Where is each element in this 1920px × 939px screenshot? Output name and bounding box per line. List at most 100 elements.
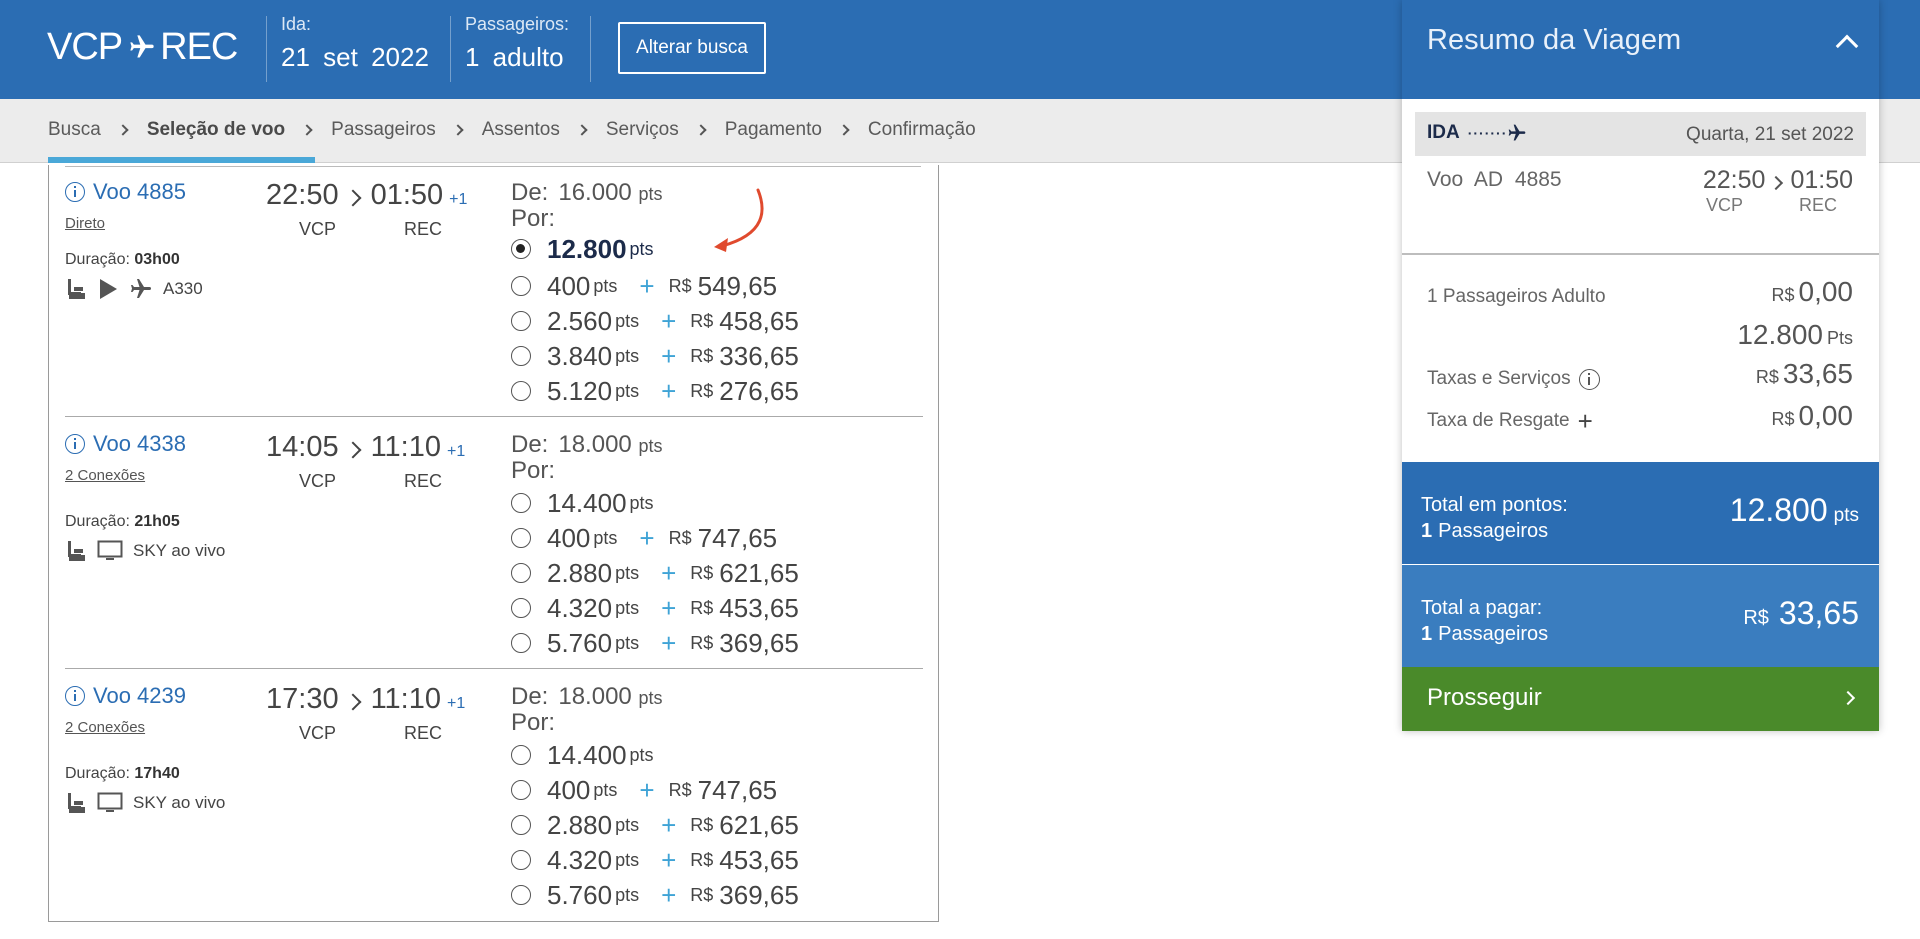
discount-label: Por: bbox=[511, 709, 556, 736]
radio-button[interactable] bbox=[511, 745, 531, 765]
passengers-line-label: 1 Passageiros Adulto bbox=[1427, 286, 1606, 307]
radio-button[interactable] bbox=[511, 381, 531, 401]
flight-number-link[interactable]: Voo 4338 bbox=[65, 431, 186, 457]
fare-option[interactable]: 400 pts + R$ 549,65 bbox=[511, 271, 777, 301]
fare-option[interactable]: 2.880 pts + R$ 621,65 bbox=[511, 558, 799, 588]
flight-card: Voo 4239 2 Conexões Duração: 17h40 SKY a… bbox=[65, 669, 923, 921]
departure-time: 17:30 bbox=[266, 683, 339, 715]
total-pay-label: Total a pagar: bbox=[1421, 597, 1543, 619]
proceed-button[interactable]: Prosseguir bbox=[1402, 667, 1879, 731]
taxas-value: R$ 33,65 bbox=[1755, 358, 1853, 389]
info-icon bbox=[65, 434, 85, 454]
monitor-icon bbox=[97, 540, 123, 560]
amenities: A330 bbox=[65, 277, 203, 301]
radio-button[interactable] bbox=[511, 885, 531, 905]
radio-button[interactable] bbox=[511, 346, 531, 366]
flight-list-top-border bbox=[65, 166, 921, 167]
radio-button[interactable] bbox=[511, 598, 531, 618]
breadcrumb-passageiros[interactable]: Passageiros bbox=[331, 119, 436, 141]
radio-button[interactable] bbox=[511, 276, 531, 296]
radio-button[interactable] bbox=[511, 528, 531, 548]
flight-duration: Duração: 17h40 bbox=[65, 765, 180, 782]
fare-option[interactable]: 5.760 pts + R$ 369,65 bbox=[511, 880, 799, 910]
destination-code: REC bbox=[404, 471, 443, 491]
origin-code: VCP bbox=[47, 25, 123, 68]
annotation-arrow-icon bbox=[714, 188, 764, 252]
passengers-points: 12.800 Pts bbox=[1737, 319, 1853, 350]
total-pay-value: R$ 33,65 bbox=[1743, 595, 1859, 631]
arrival-time: 11:10 bbox=[370, 683, 441, 715]
breadcrumb-busca[interactable]: Busca bbox=[48, 119, 101, 141]
fare-option[interactable]: 400 pts + R$ 747,65 bbox=[511, 523, 777, 553]
total-pay-passengers: 1 Passageiros bbox=[1421, 623, 1549, 645]
ida-date: Quarta, 21 set 2022 bbox=[1686, 124, 1854, 145]
trip-summary-panel: Resumo da Viagem IDA ······· Quarta, 21 … bbox=[1402, 0, 1879, 731]
day-offset: +1 bbox=[449, 191, 468, 208]
chevron-right-icon bbox=[1840, 690, 1856, 706]
departure-time: 22:50 bbox=[266, 179, 339, 211]
radio-button[interactable] bbox=[511, 850, 531, 870]
radio-button[interactable] bbox=[511, 493, 531, 513]
chevron-right-icon bbox=[452, 124, 464, 136]
fare-option[interactable]: 4.320 pts + R$ 453,65 bbox=[511, 593, 799, 623]
total-pay-box: Total a pagar: 1 Passageiros R$ 33,65 bbox=[1402, 565, 1879, 667]
flight-stops-link[interactable]: 2 Conexões bbox=[65, 467, 145, 484]
plus-icon[interactable]: + bbox=[1578, 408, 1593, 434]
breadcrumb-assentos[interactable]: Assentos bbox=[482, 119, 560, 141]
flight-times: 22:50 01:50 +1 bbox=[266, 179, 467, 212]
flight-card: Voo 4338 2 Conexões Duração: 21h05 SKY a… bbox=[65, 417, 923, 669]
breadcrumb-selecao-de-voo[interactable]: Seleção de voo bbox=[147, 119, 285, 141]
entertainment-label: SKY ao vivo bbox=[133, 793, 226, 812]
flight-number-link[interactable]: Voo 4885 bbox=[65, 179, 186, 205]
ida-label: Ida: bbox=[281, 14, 312, 34]
chevron-right-icon bbox=[695, 124, 707, 136]
flight-number-link[interactable]: Voo 4239 bbox=[65, 683, 186, 709]
amenities: SKY ao vivo bbox=[65, 791, 225, 815]
summary-flight-number: Voo AD 4885 bbox=[1427, 168, 1562, 191]
ida-date: 21 set 2022 bbox=[281, 42, 429, 72]
fare-option[interactable]: 14.400 pts bbox=[511, 488, 654, 518]
fare-option[interactable]: 2.560 pts + R$ 458,65 bbox=[511, 306, 799, 336]
fare-option[interactable]: 2.880 pts + R$ 621,65 bbox=[511, 810, 799, 840]
radio-button[interactable] bbox=[511, 633, 531, 653]
airplane-icon bbox=[131, 279, 151, 298]
flight-card: Voo 4885 Direto Duração: 03h00 A330 22:5… bbox=[65, 165, 923, 417]
aircraft-model: A330 bbox=[163, 279, 203, 298]
flight-stops-link[interactable]: Direto bbox=[65, 215, 105, 232]
fare-option[interactable]: 3.840 pts + R$ 336,65 bbox=[511, 341, 799, 371]
route-title: VCP REC bbox=[47, 22, 238, 72]
departure-time: 14:05 bbox=[266, 431, 339, 463]
ida-label: IDA ······· bbox=[1427, 122, 1527, 144]
radio-button[interactable] bbox=[511, 311, 531, 331]
radio-button[interactable] bbox=[511, 780, 531, 800]
breadcrumb-servicos[interactable]: Serviços bbox=[606, 119, 679, 141]
arrival-time: 01:50 bbox=[370, 179, 444, 211]
radio-button[interactable] bbox=[511, 239, 531, 259]
day-offset: +1 bbox=[447, 695, 466, 712]
origin-code: VCP bbox=[299, 219, 337, 239]
day-offset: +1 bbox=[447, 443, 466, 460]
chevron-right-icon bbox=[301, 124, 313, 136]
radio-button[interactable] bbox=[511, 563, 531, 583]
header-divider bbox=[450, 16, 451, 82]
fare-option[interactable]: 4.320 pts + R$ 453,65 bbox=[511, 845, 799, 875]
destination-code: REC bbox=[404, 723, 443, 743]
change-search-button[interactable]: Alterar busca bbox=[618, 22, 766, 74]
total-points-box: Total em pontos: 1 Passageiros 12.800 pts bbox=[1402, 462, 1879, 564]
fare-option[interactable]: 5.760 pts + R$ 369,65 bbox=[511, 628, 799, 658]
destination-code: REC bbox=[404, 219, 443, 239]
fare-option[interactable]: 12.800 pts bbox=[511, 234, 654, 264]
radio-button[interactable] bbox=[511, 815, 531, 835]
fare-option[interactable]: 14.400 pts bbox=[511, 740, 654, 770]
fare-option[interactable]: 5.120 pts + R$ 276,65 bbox=[511, 376, 799, 406]
breadcrumb-pagamento[interactable]: Pagamento bbox=[725, 119, 822, 141]
flight-duration: Duração: 21h05 bbox=[65, 513, 180, 530]
chevron-up-icon[interactable] bbox=[1835, 34, 1859, 58]
flight-stops-link[interactable]: 2 Conexões bbox=[65, 719, 145, 736]
breadcrumb-confirmacao[interactable]: Confirmação bbox=[868, 119, 976, 141]
flight-duration: Duração: 03h00 bbox=[65, 251, 180, 268]
fare-option[interactable]: 400 pts + R$ 747,65 bbox=[511, 775, 777, 805]
play-icon bbox=[100, 279, 117, 299]
origin-code: VCP bbox=[299, 471, 337, 491]
info-icon[interactable] bbox=[1578, 368, 1600, 390]
